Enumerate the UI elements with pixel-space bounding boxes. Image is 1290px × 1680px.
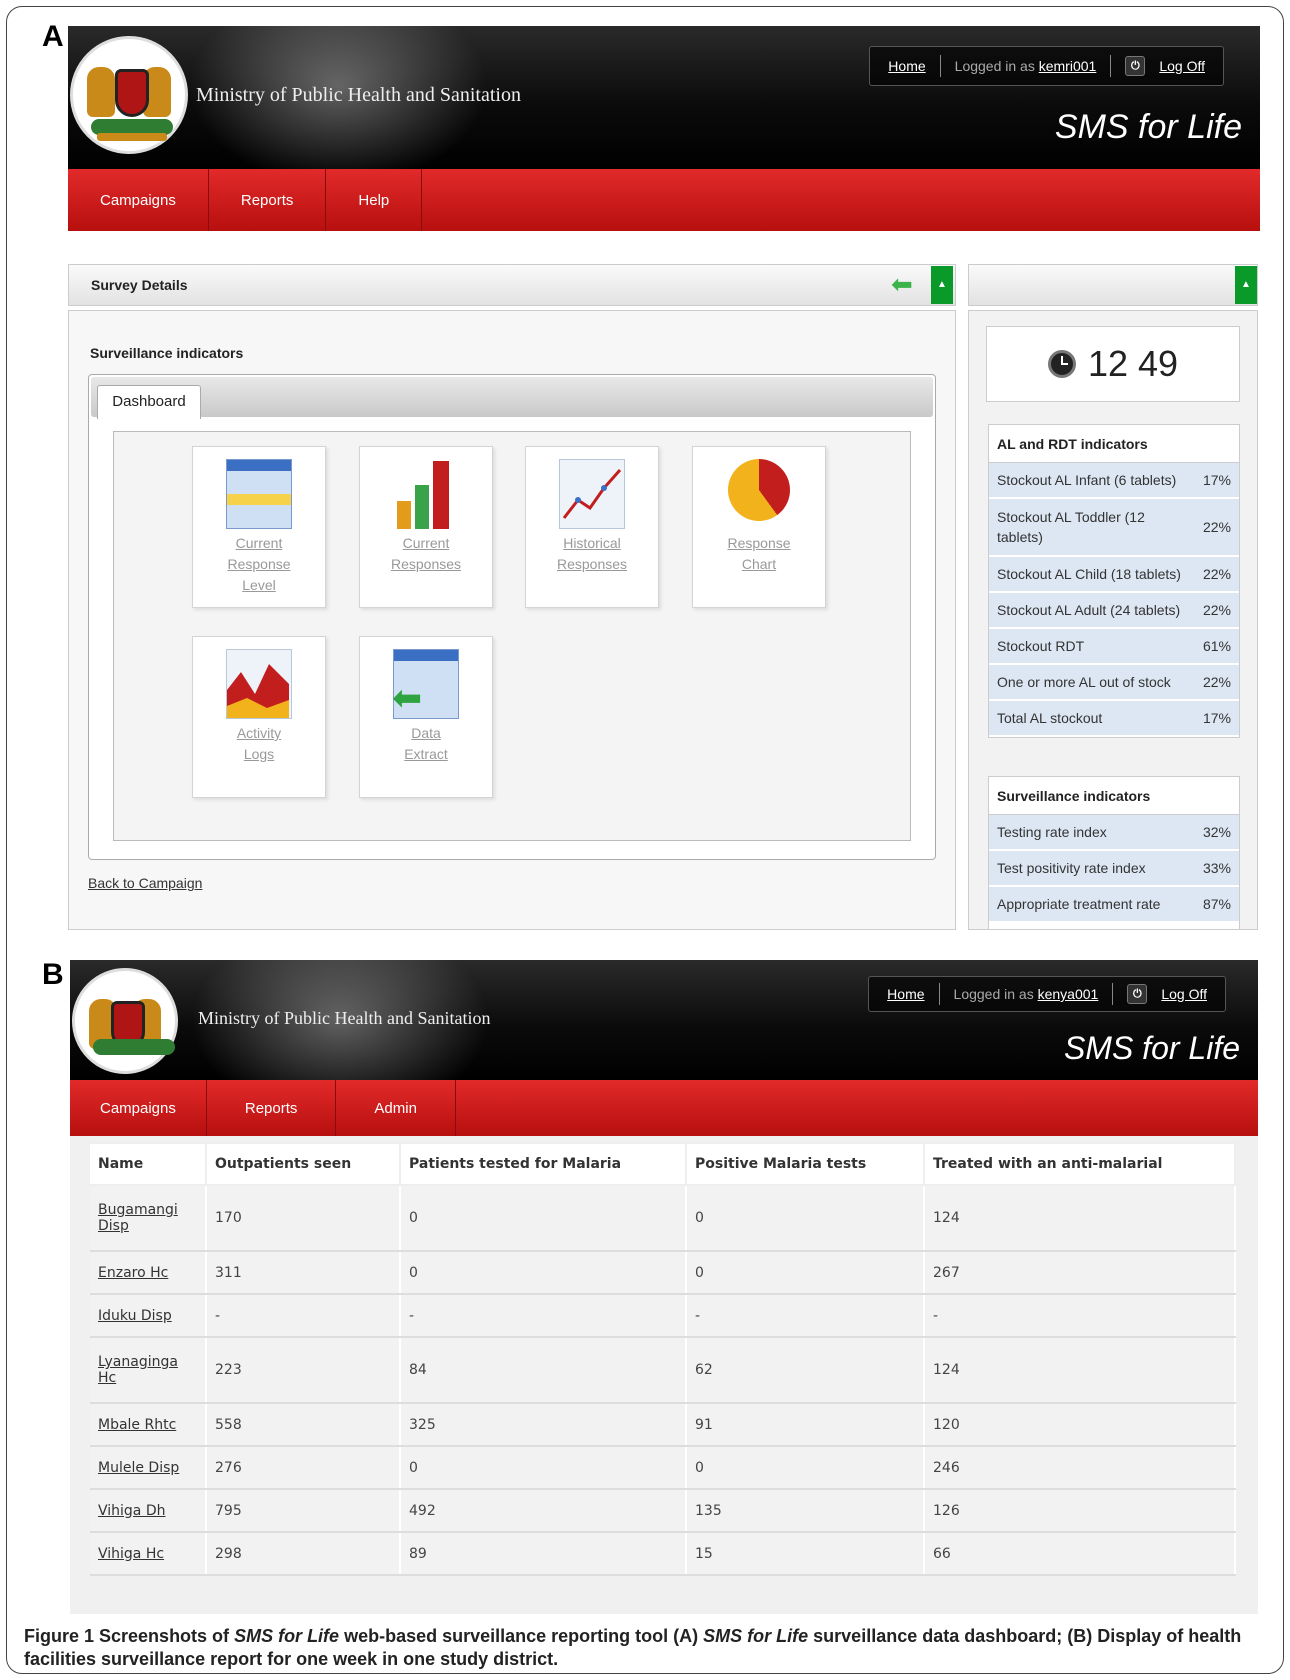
table-row: Lyanaginga Hc 223 84 62 124 bbox=[90, 1337, 1236, 1404]
clock-icon bbox=[1047, 350, 1076, 378]
tile-activity-logs[interactable]: Activity Logs bbox=[192, 636, 326, 798]
log-off-link[interactable]: Log Off bbox=[1161, 986, 1207, 1002]
indicator-row: Stockout AL Adult (24 tablets) 22% bbox=[989, 593, 1239, 629]
facility-link[interactable]: Enzaro Hc bbox=[98, 1265, 168, 1281]
tab-dashboard[interactable]: Dashboard bbox=[97, 385, 201, 419]
panel-b-label: B bbox=[42, 958, 64, 991]
indicator-row: Testing rate index 32% bbox=[989, 815, 1239, 851]
nav-campaigns[interactable]: Campaigns bbox=[68, 169, 209, 231]
home-link[interactable]: Home bbox=[888, 58, 925, 74]
indicator-row: Appropriate treatment rate 87% bbox=[989, 887, 1239, 923]
table-row: Vihiga Dh 795 492 135 126 bbox=[90, 1489, 1236, 1533]
line-chart-icon bbox=[559, 459, 625, 529]
power-icon[interactable]: ⏻ bbox=[1127, 984, 1148, 1004]
nav-reports[interactable]: Reports bbox=[207, 1080, 337, 1136]
indicator-row: Stockout AL Child (18 tablets) 22% bbox=[989, 557, 1239, 593]
tile-current-responses[interactable]: Current Responses bbox=[359, 446, 493, 608]
side-collapse-button[interactable]: ▲ bbox=[1235, 266, 1257, 304]
tile-current-response-level[interactable]: Current Response Level bbox=[192, 446, 326, 608]
nav-admin[interactable]: Admin bbox=[336, 1080, 456, 1136]
main-nav: Campaigns Reports Help bbox=[68, 169, 1260, 231]
user-link[interactable]: kenya001 bbox=[1038, 986, 1099, 1002]
collapse-button[interactable]: ▲ bbox=[931, 266, 953, 304]
tile-response-chart[interactable]: Response Chart bbox=[692, 446, 826, 608]
survey-details-title: Survey Details bbox=[91, 277, 188, 293]
indicator-row: Stockout AL Toddler (12 tablets) 22% bbox=[989, 499, 1239, 557]
ministry-title: Ministry of Public Health and Sanitation bbox=[198, 1008, 491, 1028]
login-bar: Home Logged in as kemri001 ⏻ Log Off bbox=[869, 46, 1224, 86]
col-treated: Treated with an anti-malarial bbox=[924, 1142, 1236, 1186]
pie-chart-icon bbox=[726, 459, 792, 529]
kenya-coat-of-arms-icon bbox=[72, 968, 178, 1074]
area-chart-icon bbox=[226, 649, 292, 719]
facility-link[interactable]: Bugamangi Disp bbox=[98, 1202, 178, 1234]
indicator-row: Total AL stockout 17% bbox=[989, 701, 1239, 737]
col-name: Name bbox=[90, 1142, 207, 1186]
surveillance-indicators-title: Surveillance indicators bbox=[989, 777, 1239, 815]
data-extract-icon: ⬅ bbox=[392, 649, 459, 719]
log-off-link[interactable]: Log Off bbox=[1159, 58, 1205, 74]
facility-link[interactable]: Iduku Disp bbox=[98, 1308, 172, 1324]
nav-reports[interactable]: Reports bbox=[209, 169, 327, 231]
table-icon bbox=[226, 459, 292, 529]
tile-data-extract[interactable]: ⬅ Data Extract bbox=[359, 636, 493, 798]
facility-link[interactable]: Mulele Disp bbox=[98, 1460, 179, 1476]
surveillance-indicators: Surveillance indicators Testing rate ind… bbox=[988, 776, 1240, 930]
facility-report-table: Name Outpatients seen Patients tested fo… bbox=[90, 1142, 1236, 1576]
home-link[interactable]: Home bbox=[887, 986, 924, 1002]
table-row: Bugamangi Disp 170 0 0 124 bbox=[90, 1185, 1236, 1252]
surveillance-heading: Surveillance indicators bbox=[90, 345, 244, 361]
clock-box: 12 49 bbox=[986, 326, 1240, 402]
indicator-row: One or more AL out of stock 22% bbox=[989, 665, 1239, 701]
login-bar: Home Logged in as kenya001 ⏻ Log Off bbox=[868, 976, 1226, 1012]
tab-strip bbox=[91, 377, 933, 417]
app-name: SMS for Life bbox=[1054, 108, 1242, 146]
table-row: Mbale Rhtc 558 325 91 120 bbox=[90, 1403, 1236, 1447]
al-rdt-indicators: AL and RDT indicators Stockout AL Infant… bbox=[988, 424, 1240, 738]
indicator-row: Stockout AL Infant (6 tablets) 17% bbox=[989, 463, 1239, 499]
facility-link[interactable]: Vihiga Dh bbox=[98, 1503, 166, 1519]
table-row: Vihiga Hc 298 89 15 66 bbox=[90, 1532, 1236, 1576]
back-arrow-icon[interactable]: ⬅ bbox=[891, 271, 913, 297]
facility-link[interactable]: Lyanaginga Hc bbox=[98, 1354, 178, 1386]
main-nav: Campaigns Reports Admin bbox=[70, 1080, 1258, 1136]
caption-fig: Figure 1 bbox=[24, 1626, 95, 1646]
table-row: Iduku Disp - - - - bbox=[90, 1294, 1236, 1338]
facility-link[interactable]: Vihiga Hc bbox=[98, 1546, 164, 1562]
col-outpatients: Outpatients seen bbox=[206, 1142, 401, 1186]
col-tested: Patients tested for Malaria bbox=[400, 1142, 687, 1186]
panel-a-label: A bbox=[42, 20, 64, 53]
logged-in-label: Logged in as bbox=[954, 58, 1035, 74]
tile-historical-responses[interactable]: Historical Responses bbox=[525, 446, 659, 608]
al-rdt-title: AL and RDT indicators bbox=[989, 425, 1239, 463]
side-header-bar: ▲ bbox=[968, 264, 1258, 306]
ministry-title: Ministry of Public Health and Sanitation bbox=[196, 84, 521, 106]
bar-chart-icon bbox=[393, 459, 459, 529]
panel-b-header: Ministry of Public Health and Sanitation… bbox=[70, 960, 1258, 1136]
kenya-coat-of-arms-icon bbox=[70, 36, 188, 154]
facility-link[interactable]: Mbale Rhtc bbox=[98, 1417, 176, 1433]
table-row: Enzaro Hc 311 0 0 267 bbox=[90, 1251, 1236, 1295]
panel-a-header: Ministry of Public Health and Sanitation… bbox=[68, 26, 1260, 231]
figure-caption: Figure 1 Screenshots of SMS for Life web… bbox=[24, 1626, 1242, 1669]
logged-in-label: Logged in as bbox=[953, 986, 1034, 1002]
clock-value: 12 49 bbox=[1087, 343, 1179, 384]
nav-help[interactable]: Help bbox=[326, 169, 423, 231]
power-icon[interactable]: ⏻ bbox=[1125, 56, 1146, 76]
nav-campaigns[interactable]: Campaigns bbox=[70, 1080, 207, 1136]
table-row: Mulele Disp 276 0 0 246 bbox=[90, 1446, 1236, 1490]
user-link[interactable]: kemri001 bbox=[1039, 58, 1097, 74]
indicator-row: Test positivity rate index 33% bbox=[989, 851, 1239, 887]
col-positive: Positive Malaria tests bbox=[686, 1142, 925, 1186]
indicator-row: Stockout RDT 61% bbox=[989, 629, 1239, 665]
app-name: SMS for Life bbox=[1063, 1030, 1240, 1066]
back-to-campaign-link[interactable]: Back to Campaign bbox=[88, 875, 202, 891]
survey-details-bar: Survey Details ⬅ ▲ bbox=[68, 264, 956, 306]
